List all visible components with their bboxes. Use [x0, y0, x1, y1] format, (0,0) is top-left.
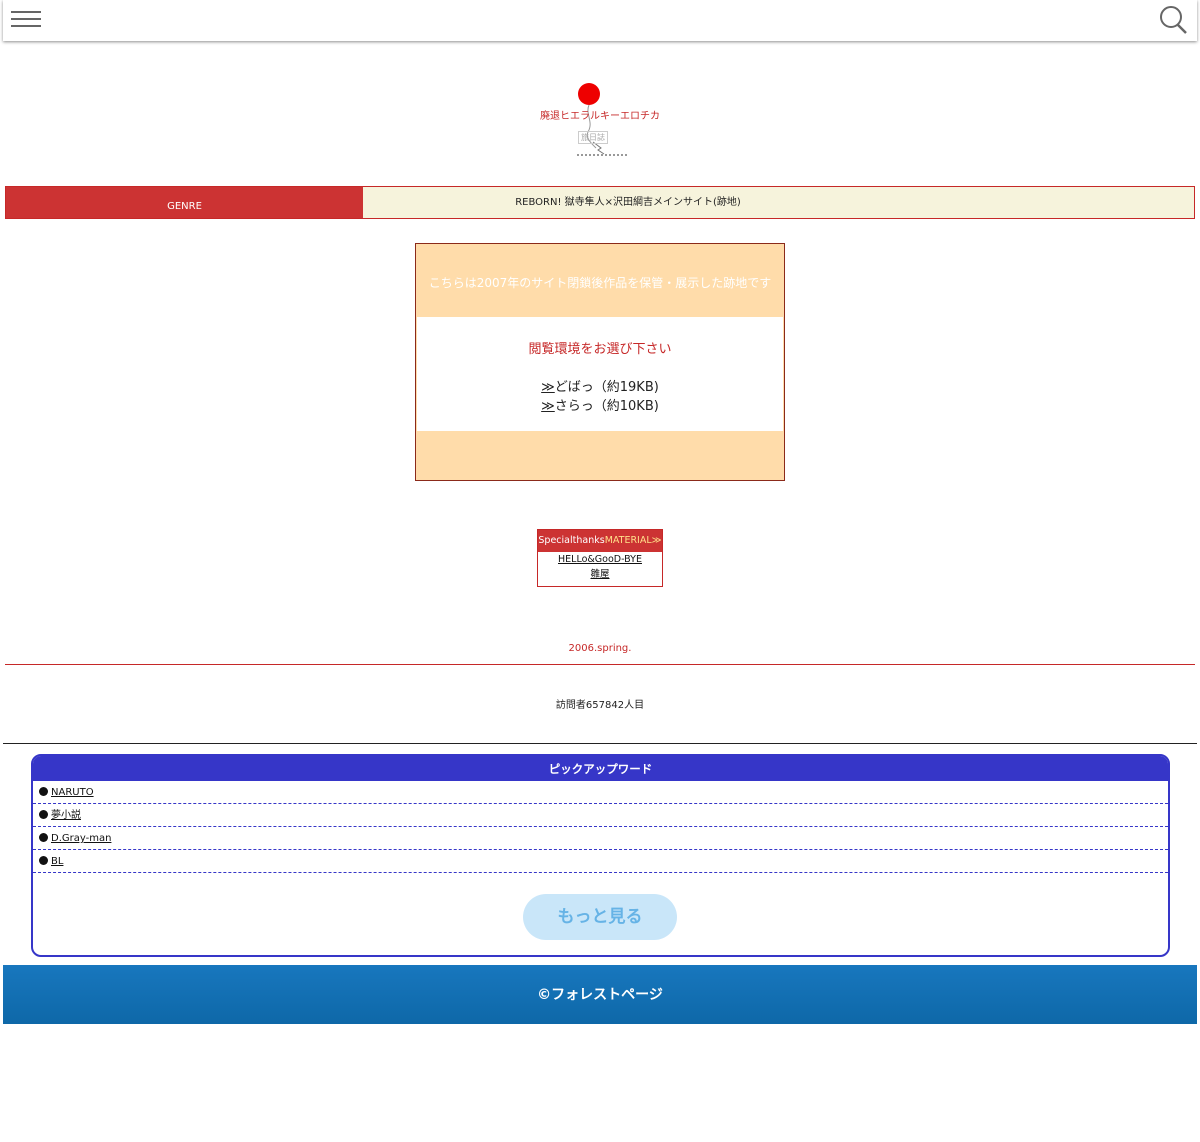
- special-thanks-heading: SpecialthanksMATERIAL≫: [538, 530, 662, 552]
- pickup-item: D.Gray-man: [33, 827, 1168, 850]
- divider: [3, 743, 1197, 744]
- notice-box: こちらは2007年のサイト閉鎖後作品を保管・展示した跡地です 閲覧環境をお選び下…: [415, 243, 785, 481]
- pickup-link-dgrayman[interactable]: D.Gray-man: [51, 833, 111, 844]
- view-choice-prompt: 閲覧環境をお選び下さい: [528, 342, 672, 357]
- view-link-full[interactable]: ≫どばっ（約19KB): [417, 376, 783, 395]
- bullet-icon: [39, 856, 48, 865]
- bullet-icon: [39, 787, 48, 796]
- material-link-hello-goodbye[interactable]: HELLo&GooD-BYE: [538, 552, 662, 567]
- genre-bar: GENRE REBORN! 獄寺隼人×沢田綱吉メインサイト(跡地): [5, 186, 1195, 219]
- visitor-counter: 訪問者657842人目: [555, 700, 645, 711]
- logo-title: 廃退ヒエラルキーエロチカ: [540, 111, 660, 122]
- top-bar: [3, 0, 1197, 41]
- pickup-item: 夢小説: [33, 804, 1168, 827]
- more-button[interactable]: もっと見る: [523, 894, 677, 940]
- logo-divider: [577, 154, 627, 156]
- pickup-link-yume[interactable]: 夢小説: [51, 810, 81, 821]
- pickup-words-panel: ピックアップワード NARUTO 夢小説 D.Gray-man BL もっと見る: [31, 754, 1170, 957]
- footer-copyright[interactable]: ©フォレストページ: [3, 965, 1197, 1024]
- material-link-hinaya[interactable]: 雛屋: [538, 567, 662, 582]
- hamburger-menu-icon[interactable]: [11, 11, 41, 29]
- view-link-light[interactable]: ≫さらっ（約10KB): [417, 395, 783, 414]
- notice-heading: こちらは2007年のサイト閉鎖後作品を保管・展示した跡地です: [428, 276, 772, 290]
- logo-subtitle: 旅日誌: [578, 131, 608, 144]
- bullet-icon: [39, 833, 48, 842]
- pickup-link-naruto[interactable]: NARUTO: [51, 787, 94, 798]
- special-thanks-box: SpecialthanksMATERIAL≫ HELLo&GooD-BYE 雛屋: [537, 529, 663, 587]
- pickup-item: NARUTO: [33, 781, 1168, 804]
- pickup-title: ピックアップワード: [33, 756, 1168, 781]
- pickup-item: BL: [33, 850, 1168, 873]
- season-text: 2006.spring.: [568, 643, 632, 654]
- bullet-icon: [39, 810, 48, 819]
- search-icon[interactable]: [1159, 4, 1189, 36]
- balloon-icon: [578, 83, 605, 155]
- genre-label: GENRE: [6, 187, 363, 218]
- genre-value: REBORN! 獄寺隼人×沢田綱吉メインサイト(跡地): [515, 197, 741, 208]
- site-logo: 廃退ヒエラルキーエロチカ 旅日誌: [530, 82, 670, 162]
- divider: [5, 664, 1195, 665]
- notice-body: 閲覧環境をお選び下さい ≫どばっ（約19KB) ≫さらっ（約10KB): [417, 317, 783, 431]
- pickup-link-bl[interactable]: BL: [51, 856, 63, 867]
